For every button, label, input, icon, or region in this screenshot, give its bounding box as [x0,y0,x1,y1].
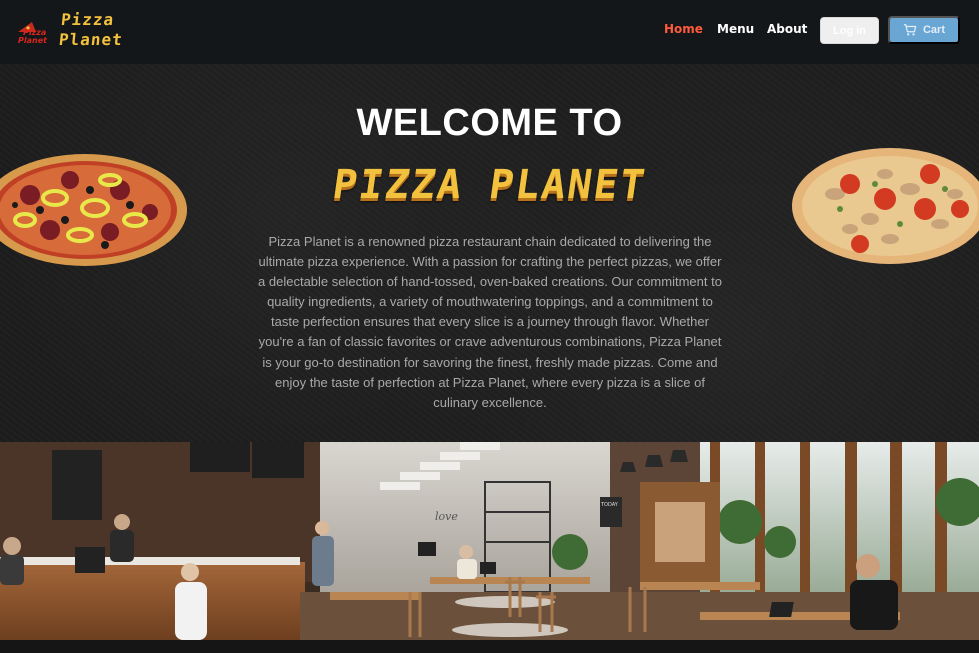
nav-link-about[interactable]: About [767,22,807,36]
restaurant-photo: love TODAY [0,442,979,640]
cart-button-label: Cart [922,24,945,36]
restaurant-interior-image: love TODAY [0,442,979,640]
nav-link-home[interactable]: Home [664,22,703,36]
hero-brand-heading: PIZZA PLANET [329,162,650,208]
brand-name-line-1: Pizza [60,10,116,29]
wall-love-text: love [435,510,458,523]
cart-icon [903,24,917,36]
hero-description: Pizza Planet is a renowned pizza restaur… [258,234,722,410]
logo-text-bottom: Planet [18,36,48,45]
login-button[interactable]: Log in [820,17,879,44]
sign-today-text: TODAY [600,502,619,508]
hero-section: WELCOME TO PIZZA PLANET Pizza Planet is … [0,64,979,442]
footer-strip [0,640,979,653]
login-button-label: Log in [833,24,866,37]
nav-link-menu[interactable]: Menu [717,22,754,36]
cart-button[interactable]: Cart [888,16,960,44]
pizza-logo-icon: Pizza Planet [18,22,48,45]
brand-name-line-2: Planet [58,30,124,49]
hero-welcome-heading: WELCOME TO [356,102,623,144]
brand-name: Pizza Planet [58,10,126,50]
navbar: Pizza Planet Pizza Planet Home Menu Abou… [0,0,979,64]
brand-logo[interactable]: Pizza Planet Pizza Planet [14,10,124,54]
